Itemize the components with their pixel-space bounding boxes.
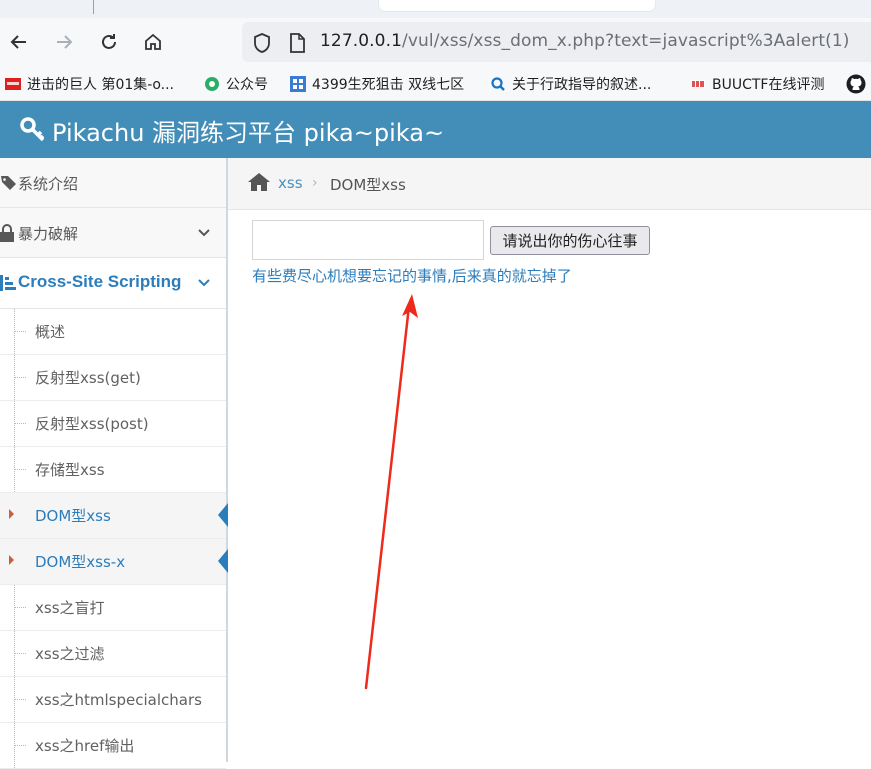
bookmark-item[interactable]: BUUCTF在线评测	[690, 74, 824, 94]
sidebar-subitem-active[interactable]: DOM型xss-x	[0, 539, 228, 585]
bookmark-label: 公众号	[226, 77, 268, 93]
tree-branch	[14, 331, 26, 332]
bookmark-item[interactable]: 进击的巨人 第01集-o...	[5, 74, 174, 94]
page-info-icon[interactable]	[288, 32, 306, 54]
key-icon	[20, 117, 45, 142]
list-icon	[0, 275, 16, 291]
sidebar-subitem[interactable]: xss之过滤	[0, 631, 226, 677]
tags-icon	[1, 176, 16, 190]
sidebar-item-bruteforce[interactable]: 暴力破解	[0, 208, 226, 258]
app-title[interactable]: Pikachu 漏洞练习平台 pika~pika~	[52, 113, 444, 148]
sidebar-subitem-label: DOM型xss	[35, 507, 111, 525]
breadcrumb-separator: ›	[312, 175, 318, 191]
url-path: /vul/xss/xss_dom_x.php?text=javascript%3…	[402, 31, 850, 51]
sidebar-subitem-label: 存储型xss	[35, 461, 105, 479]
home-icon	[248, 173, 270, 191]
sidebar-subitem-label: xss之href输出	[35, 737, 135, 755]
url-text[interactable]: 127.0.0.1/vul/xss/xss_dom_x.php?text=jav…	[320, 31, 850, 51]
url-host: 127.0.0.1	[320, 31, 403, 51]
bookmark-label: BUUCTF在线评测	[712, 77, 825, 93]
address-bar[interactable]: 127.0.0.1/vul/xss/xss_dom_x.php?text=jav…	[242, 22, 871, 62]
bookmark-item[interactable]: 公众号	[204, 74, 268, 94]
sidebar-subitem-label: 反射型xss(post)	[35, 415, 149, 433]
submit-button[interactable]: 请说出你的伤心往事	[490, 226, 650, 255]
active-browser-tab[interactable]	[379, 0, 655, 11]
sidebar-subitem-label: DOM型xss-x	[35, 553, 126, 571]
bookmark-item[interactable]: 4399生死狙击 双线七区	[290, 74, 464, 94]
sidebar-subitem-label: xss之盲打	[35, 599, 105, 617]
breadcrumb-current: DOM型xss	[330, 176, 406, 194]
bookmark-item[interactable]: 关于行政指导的叙述...	[490, 74, 651, 94]
sidebar-item-label: Cross-Site Scripting	[18, 272, 182, 291]
sidebar-subitem[interactable]: xss之htmlspecialchars	[0, 677, 226, 723]
home-button[interactable]	[139, 28, 167, 56]
home-outline-icon	[145, 33, 161, 50]
wechat-favicon	[205, 77, 219, 91]
shield-icon[interactable]	[252, 32, 272, 54]
browser-toolbar: 127.0.0.1/vul/xss/xss_dom_x.php?text=jav…	[0, 18, 871, 66]
sidebar-item-label: 系统介绍	[18, 175, 79, 193]
tree-branch	[14, 653, 26, 654]
sidebar-subitem-label: 反射型xss(get)	[35, 369, 141, 387]
search-favicon	[491, 77, 505, 91]
caret-right-icon	[9, 555, 14, 565]
sidebar-subitem[interactable]: 反射型xss(get)	[0, 355, 226, 401]
blue-grid-favicon	[290, 76, 306, 92]
sidebar-subitem-label: xss之过滤	[35, 645, 105, 663]
sidebar-subitem-active[interactable]: DOM型xss	[0, 493, 228, 539]
reload-icon	[102, 34, 116, 49]
sidebar-subitem-label: 概述	[35, 323, 66, 341]
bookmarks-bar: 进击的巨人 第01集-o... 公众号 4399生死狙击 双线七区 关于行政指导…	[0, 66, 871, 101]
text-input[interactable]	[252, 220, 484, 260]
tree-branch	[14, 423, 26, 424]
chevron-down-icon	[198, 229, 210, 237]
caret-right-icon	[9, 509, 14, 519]
tree-branch	[14, 699, 26, 700]
bookmark-label: 4399生死狙击 双线七区	[312, 77, 465, 93]
tree-branch	[14, 469, 26, 470]
forward-button[interactable]	[50, 28, 78, 56]
xss-submenu: 概述 反射型xss(get) 反射型xss(post) 存储型xss DOM型x…	[0, 309, 228, 769]
sidebar: 系统介绍 暴力破解 Cross-Site Scripting 概述 反射型xss…	[0, 158, 228, 769]
app-header: Pikachu 漏洞练习平台 pika~pika~	[0, 101, 871, 158]
sidebar-subitem[interactable]: 反射型xss(post)	[0, 401, 226, 447]
tab-separator	[93, 0, 94, 14]
output-link[interactable]: 有些费尽心机想要忘记的事情,后来真的就忘掉了	[252, 265, 572, 286]
sidebar-subitem[interactable]: 概述	[0, 309, 226, 355]
breadcrumb: xss › DOM型xss	[228, 158, 871, 210]
tree-branch	[14, 745, 26, 746]
arrow-right-icon	[57, 35, 73, 49]
github-bookmark[interactable]	[846, 74, 866, 94]
bookmark-label: 进击的巨人 第01集-o...	[27, 77, 174, 93]
arrow-head	[402, 294, 418, 318]
sidebar-subitem-label: xss之htmlspecialchars	[35, 691, 202, 709]
breadcrumb-link-xss[interactable]: xss	[278, 174, 303, 192]
active-pointer	[218, 549, 228, 573]
bookmark-label: 关于行政指导的叙述...	[512, 77, 652, 93]
sidebar-subitem[interactable]: 存储型xss	[0, 447, 226, 493]
sidebar-item-intro[interactable]: 系统介绍	[0, 158, 226, 208]
lock-icon	[0, 224, 14, 242]
tree-branch	[14, 377, 26, 378]
arrow-left-icon	[10, 35, 26, 49]
reload-button[interactable]	[95, 28, 123, 56]
red-video-favicon	[5, 78, 21, 90]
tree-branch	[14, 607, 26, 608]
sidebar-item-label: 暴力破解	[18, 225, 79, 243]
sidebar-subitem[interactable]: xss之href输出	[0, 723, 226, 769]
browser-tab-strip	[0, 0, 871, 18]
sidebar-subitem[interactable]: xss之盲打	[0, 585, 226, 631]
chevron-down-icon	[198, 279, 210, 287]
active-pointer	[218, 503, 228, 527]
sidebar-item-xss[interactable]: Cross-Site Scripting	[0, 258, 226, 309]
buuctf-favicon	[691, 80, 705, 88]
github-icon	[846, 74, 866, 94]
arrow-shaft	[364, 304, 411, 690]
back-button[interactable]	[5, 28, 33, 56]
